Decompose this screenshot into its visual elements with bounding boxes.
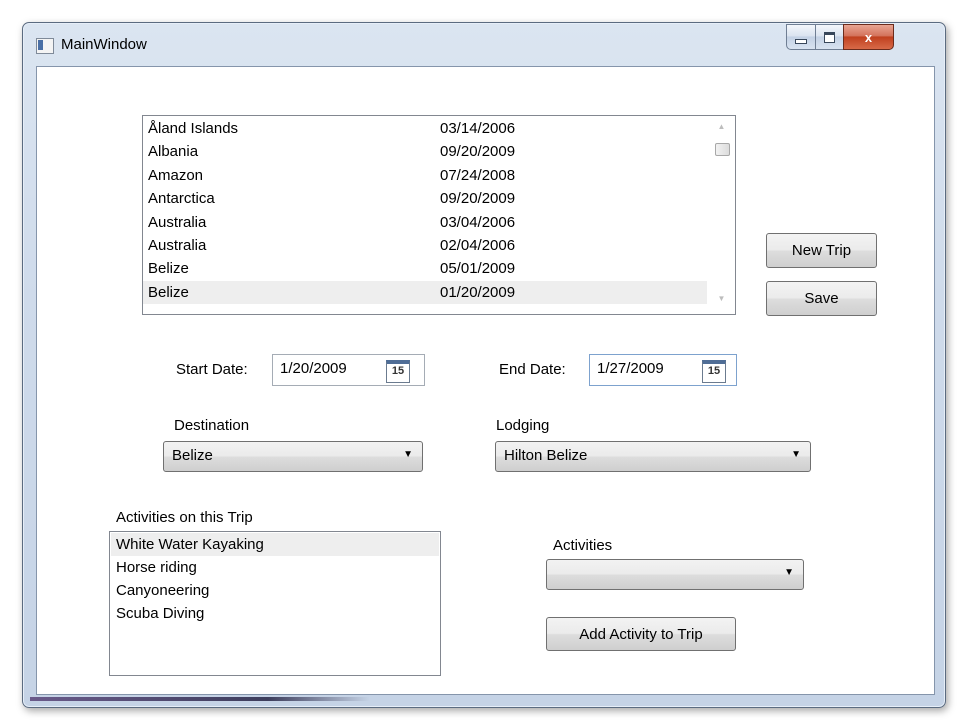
save-button[interactable]: Save (766, 281, 877, 316)
trip-date: 05/01/2009 (440, 260, 516, 278)
lodging-label: Lodging (496, 417, 550, 434)
end-date-value[interactable]: 1/27/2009 (597, 360, 664, 377)
list-item[interactable]: Horse riding (111, 556, 439, 579)
add-activity-button[interactable]: Add Activity to Trip (546, 617, 736, 651)
destination-value: Belize (172, 447, 213, 464)
list-item[interactable]: Canyoneering (111, 579, 439, 602)
trip-date: 03/04/2006 (440, 213, 516, 231)
trip-date: 01/20/2009 (440, 283, 516, 301)
app-window-icon (36, 38, 54, 54)
calendar-icon[interactable]: 15 (386, 360, 410, 383)
minimize-button[interactable] (786, 24, 816, 50)
activity-name: Horse riding (116, 559, 197, 576)
trip-date: 07/24/2008 (440, 166, 516, 184)
trip-row[interactable]: Amazon 07/24/2008 (143, 164, 707, 187)
start-date-label: Start Date: (176, 361, 248, 378)
activity-name: Scuba Diving (116, 605, 205, 622)
scroll-thumb[interactable] (715, 143, 730, 156)
maximize-button[interactable] (815, 24, 844, 50)
calendar-icon[interactable]: 15 (702, 360, 726, 383)
lodging-value: Hilton Belize (504, 447, 588, 464)
scroll-up-icon[interactable]: ▲ (708, 122, 735, 131)
trip-destination: Australia (148, 213, 207, 231)
trip-destination: Åland Islands (148, 120, 239, 137)
window-bottom-edge (30, 697, 370, 701)
maximize-icon (824, 31, 835, 43)
trip-destination: Amazon (148, 166, 204, 184)
trip-destination: Belize (148, 283, 189, 301)
destination-combo[interactable]: Belize ▼ (163, 441, 423, 472)
activity-name: White Water Kayaking (116, 536, 264, 553)
trip-date: 02/04/2006 (440, 237, 516, 254)
start-date-picker[interactable]: 1/20/2009 15 (272, 354, 425, 386)
close-button[interactable]: x (843, 24, 894, 50)
trips-listbox[interactable]: Åland Islands 03/14/2006 Albania 09/20/2009… (142, 115, 736, 315)
new-trip-button[interactable]: New Trip (766, 233, 877, 268)
trip-activities-label: Activities on this Trip (116, 509, 253, 526)
chevron-down-icon: ▼ (791, 449, 801, 460)
trip-activities-listbox[interactable]: White Water Kayaking Horse riding Canyonee… (109, 531, 441, 676)
end-date-label: End Date: (499, 361, 566, 378)
end-date-picker[interactable]: 1/27/2009 15 (589, 354, 737, 386)
close-icon: x (864, 29, 873, 45)
destination-label: Destination (174, 417, 250, 434)
trip-destination: Antarctica (148, 190, 215, 208)
scroll-down-icon[interactable]: ▼ (708, 294, 735, 303)
chevron-down-icon: ▼ (784, 567, 794, 578)
trip-destination: Albania (148, 143, 199, 161)
trip-row[interactable]: Åland Islands 03/14/2006 (143, 117, 707, 140)
trip-row[interactable]: Antarctica 09/20/2009 (143, 187, 707, 210)
minimize-icon (795, 38, 807, 44)
list-item[interactable]: Scuba Diving (111, 602, 439, 625)
trip-date: 03/14/2006 (440, 120, 516, 137)
trip-row[interactable]: Australia 02/04/2006 (143, 234, 707, 257)
trip-date: 09/20/2009 (440, 143, 516, 161)
activity-name: Canyoneering (116, 582, 210, 599)
window-title: MainWindow (61, 36, 147, 53)
activities-combo[interactable]: ▼ (546, 559, 804, 590)
trip-row[interactable]: Belize 05/01/2009 (143, 257, 707, 280)
trip-row[interactable]: Albania 09/20/2009 (143, 140, 707, 163)
trips-scrollbar[interactable]: ▲ ▼ (708, 116, 735, 314)
lodging-combo[interactable]: Hilton Belize ▼ (495, 441, 811, 472)
start-date-value[interactable]: 1/20/2009 (280, 360, 347, 377)
trip-date: 09/20/2009 (440, 190, 516, 208)
trip-destination: Belize (148, 260, 189, 278)
chevron-down-icon: ▼ (403, 449, 413, 460)
trip-destination: Australia (148, 237, 207, 254)
trip-row[interactable]: Belize 01/20/2009 (143, 280, 707, 304)
trip-row[interactable]: Australia 03/04/2006 (143, 211, 707, 234)
activities-label: Activities (553, 537, 613, 554)
list-item[interactable]: White Water Kayaking (111, 533, 439, 556)
